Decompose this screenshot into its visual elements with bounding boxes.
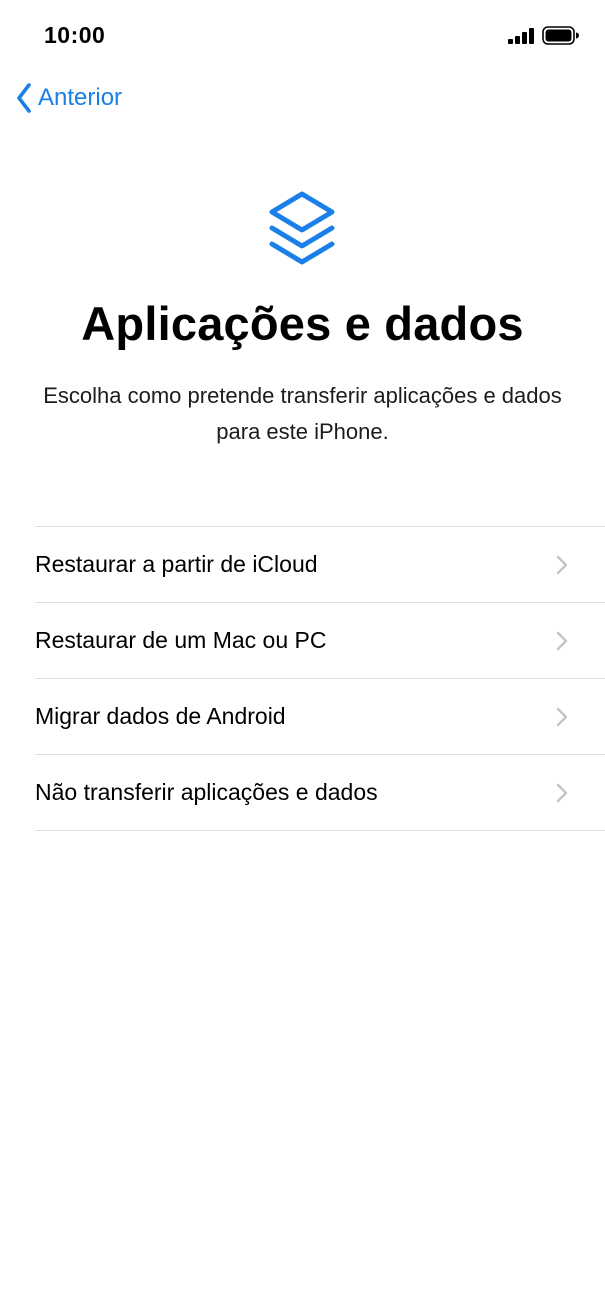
stacked-layers-icon — [269, 191, 335, 265]
status-bar: 10:00 — [0, 0, 605, 70]
back-button[interactable]: Anterior — [16, 80, 122, 116]
option-label: Restaurar a partir de iCloud — [35, 551, 318, 577]
option-restore-mac-pc[interactable]: Restaurar de um Mac ou PC — [35, 603, 605, 679]
status-time: 10:00 — [44, 22, 106, 48]
option-label: Migrar dados de Android — [35, 703, 286, 729]
page-title: Aplicações e dados — [81, 297, 524, 350]
back-button-label: Anterior — [38, 84, 123, 111]
transfer-options-list: Restaurar a partir de iCloud Restaurar d… — [35, 526, 605, 831]
option-dont-transfer[interactable]: Não transferir aplicações e dados — [35, 755, 605, 831]
page-subtitle: Escolha como pretende transferir aplicaç… — [43, 383, 562, 444]
battery-icon — [542, 26, 579, 45]
chevron-right-icon — [556, 555, 568, 575]
option-migrate-android[interactable]: Migrar dados de Android — [35, 679, 605, 755]
option-restore-icloud[interactable]: Restaurar a partir de iCloud — [35, 527, 605, 603]
chevron-right-icon — [556, 783, 568, 803]
chevron-right-icon — [556, 707, 568, 727]
cellular-signal-icon — [508, 27, 534, 44]
option-label: Restaurar de um Mac ou PC — [35, 627, 327, 653]
status-icons — [508, 26, 579, 45]
option-label: Não transferir aplicações e dados — [35, 779, 378, 805]
chevron-right-icon — [556, 631, 568, 651]
chevron-left-icon — [17, 83, 31, 113]
